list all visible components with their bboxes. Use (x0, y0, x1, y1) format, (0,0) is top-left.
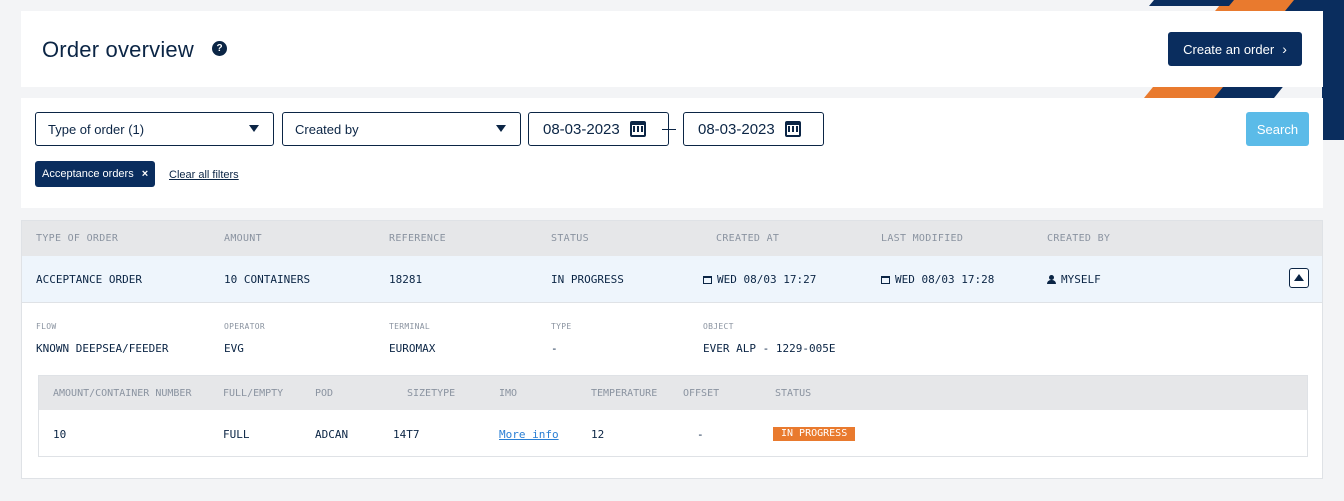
table-row[interactable]: ACCEPTANCE ORDER 10 CONTAINERS 18281 IN … (22, 256, 1322, 303)
date-from-field[interactable]: 08-03-2023 (528, 112, 669, 146)
created-at-cell: WED 08/03 17:27 (703, 273, 816, 286)
calendar-icon (784, 121, 801, 137)
flow-value: KNOWN DEEPSEA/FEEDER (36, 342, 169, 355)
type-value: - (551, 342, 558, 355)
column-header[interactable]: TYPE OF ORDER (36, 233, 118, 244)
created-by-cell: MYSELF (1047, 273, 1101, 286)
calendar-icon (629, 121, 646, 137)
created-at-value: WED 08/03 17:27 (717, 273, 817, 286)
column-header: TEMPERATURE (591, 388, 658, 399)
chevron-right-icon: › (1282, 41, 1287, 57)
object-label: OBJECT (703, 322, 734, 331)
create-order-label: Create an order (1183, 41, 1275, 57)
column-header: AMOUNT/CONTAINER NUMBER (53, 388, 192, 399)
help-icon[interactable]: ? (212, 41, 227, 56)
table-header: TYPE OF ORDER AMOUNT REFERENCE STATUS CR… (22, 221, 1322, 256)
sizetype-cell: 14T7 (393, 428, 420, 441)
status-badge: IN PROGRESS (773, 427, 856, 441)
column-header[interactable]: REFERENCE (389, 233, 446, 244)
offset-cell: - (697, 428, 704, 441)
created-by-select[interactable]: Created by (282, 112, 521, 146)
close-icon[interactable]: × (142, 168, 148, 180)
filter-panel: Type of order (1) Created by 08-03-2023 … (21, 98, 1323, 208)
type-of-order-cell: ACCEPTANCE ORDER (36, 273, 142, 286)
collapse-row-button[interactable] (1289, 268, 1309, 288)
type-of-order-select[interactable]: Type of order (1) (35, 112, 274, 146)
calendar-icon (881, 275, 890, 284)
clear-all-filters-link[interactable]: Clear all filters (169, 169, 239, 181)
type-of-order-value: Type of order (1) (48, 121, 145, 137)
reference-cell: 18281 (389, 273, 423, 286)
column-header[interactable]: LAST MODIFIED (881, 233, 963, 244)
column-header[interactable]: CREATED AT (716, 233, 779, 244)
operator-value: EVG (224, 342, 244, 355)
column-header: IMO (499, 388, 518, 399)
operator-label: OPERATOR (224, 322, 265, 331)
chip-label: Acceptance orders (42, 168, 134, 180)
date-from-value: 08-03-2023 (543, 120, 620, 138)
flow-label: FLOW (36, 322, 57, 331)
containers-table-header: AMOUNT/CONTAINER NUMBER FULL/EMPTY POD S… (39, 376, 1307, 410)
terminal-label: TERMINAL (389, 322, 430, 331)
created-by-value: MYSELF (1061, 273, 1101, 286)
created-by-value: Created by (295, 121, 359, 137)
column-header[interactable]: AMOUNT (224, 233, 262, 244)
temperature-cell: 12 (591, 428, 605, 441)
terminal-value: EUROMAX (389, 342, 436, 355)
date-to-value: 08-03-2023 (698, 120, 775, 138)
orders-table: TYPE OF ORDER AMOUNT REFERENCE STATUS CR… (21, 220, 1323, 479)
column-header: FULL/EMPTY (223, 388, 284, 399)
caret-down-icon (496, 125, 506, 132)
caret-down-icon (249, 125, 259, 132)
column-header: STATUS (775, 388, 812, 399)
last-modified-value: WED 08/03 17:28 (895, 273, 995, 286)
amount-cell: 10 CONTAINERS (224, 273, 311, 286)
pod-cell: ADCAN (315, 428, 349, 441)
full-empty-cell: FULL (223, 428, 250, 441)
more-info-link[interactable]: More info (499, 428, 559, 441)
container-amount-cell: 10 (53, 428, 67, 441)
header-card: Order overview ? Create an order › (21, 11, 1323, 87)
containers-table: AMOUNT/CONTAINER NUMBER FULL/EMPTY POD S… (38, 375, 1308, 457)
create-order-button[interactable]: Create an order › (1168, 32, 1302, 66)
active-filter-chip: Acceptance orders × (35, 161, 156, 187)
date-to-field[interactable]: 08-03-2023 (683, 112, 824, 146)
column-header: POD (315, 388, 334, 399)
user-icon (1047, 275, 1056, 284)
last-modified-cell: WED 08/03 17:28 (881, 273, 994, 286)
date-range-separator (662, 129, 676, 130)
calendar-icon (703, 275, 712, 284)
search-button[interactable]: Search (1246, 112, 1309, 146)
column-header: SIZETYPE (407, 388, 456, 399)
page-title: Order overview (42, 37, 194, 62)
object-value: EVER ALP - 1229-005E (703, 342, 836, 355)
column-header: OFFSET (683, 388, 720, 399)
status-cell: IN PROGRESS (551, 273, 624, 286)
column-header[interactable]: STATUS (551, 233, 589, 244)
type-label: TYPE (551, 322, 572, 331)
column-header[interactable]: CREATED BY (1047, 233, 1110, 244)
